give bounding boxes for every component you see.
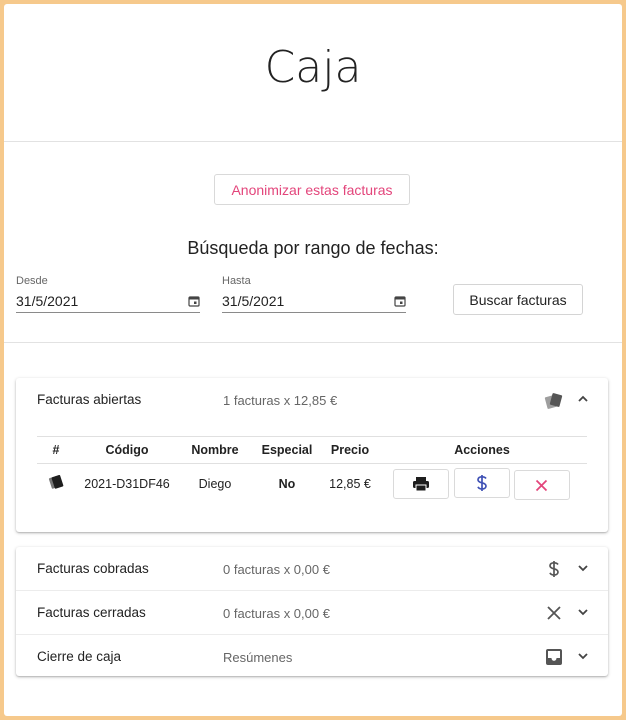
cash-close-header[interactable]: Cierre de caja Resúmenes xyxy=(16,635,608,678)
to-date-label: Hasta xyxy=(222,275,251,287)
close-icon xyxy=(536,479,548,491)
invoice-actions xyxy=(377,464,587,504)
col-header: Nombre xyxy=(179,436,251,464)
calendar-icon[interactable] xyxy=(394,295,406,307)
open-invoices-header[interactable]: Facturas abiertas 1 facturas x 12,85 € xyxy=(16,378,608,421)
invoice-name: Diego xyxy=(198,476,232,491)
date-range-title: Búsqueda por rango de fechas: xyxy=(187,238,439,258)
to-date-value: 31/5/2021 xyxy=(222,293,285,309)
print-button[interactable] xyxy=(393,468,450,499)
close-icon xyxy=(547,606,561,620)
main-card: Caja Anonimizar estas facturas Búsqueda … xyxy=(4,4,622,716)
charge-button[interactable] xyxy=(453,467,510,498)
calendar-icon[interactable] xyxy=(188,295,200,307)
table-row: 2021-D31DF46 Diego No 12,85 € xyxy=(37,464,587,504)
chevron-up-icon[interactable] xyxy=(576,392,590,406)
ticket-icon xyxy=(48,475,64,489)
from-date-field[interactable]: Desde 31/5/2021 xyxy=(16,275,200,313)
to-date-input[interactable]: 31/5/2021 xyxy=(222,290,406,313)
dollar-icon xyxy=(476,474,487,491)
section-summary: 0 facturas x 0,00 € xyxy=(223,562,330,577)
page-title: Caja xyxy=(264,42,362,93)
closed-invoices-header[interactable]: Facturas cerradas 0 facturas x 0,00 € xyxy=(16,591,608,634)
invoice-special: No xyxy=(278,476,296,491)
open-invoices-table: # Código Nombre Especial Precio Acciones xyxy=(37,436,587,504)
section-name: Cierre de caja xyxy=(37,649,122,664)
col-header: # xyxy=(37,436,75,464)
section-name: Facturas cobradas xyxy=(37,561,149,576)
collapsed-sections-panel: Facturas cobradas 0 facturas x 0,00 € Fa… xyxy=(16,547,608,676)
from-date-label: Desde xyxy=(16,275,48,287)
delete-button[interactable] xyxy=(513,470,570,500)
tickets-icon xyxy=(544,393,563,409)
open-invoices-panel: Facturas abiertas 1 facturas x 12,85 € #… xyxy=(16,378,608,532)
chevron-down-icon[interactable] xyxy=(576,649,590,663)
chevron-down-icon[interactable] xyxy=(576,605,590,619)
anonymize-button[interactable]: Anonimizar estas facturas xyxy=(214,174,410,205)
col-header: Acciones xyxy=(377,436,587,464)
to-date-field[interactable]: Hasta 31/5/2021 xyxy=(222,275,406,313)
section-name: Facturas cerradas xyxy=(37,605,146,620)
table-header-row: # Código Nombre Especial Precio Acciones xyxy=(37,436,587,464)
col-header: Especial xyxy=(251,436,323,464)
dollar-icon xyxy=(549,561,559,577)
paid-invoices-header[interactable]: Facturas cobradas 0 facturas x 0,00 € xyxy=(16,547,608,590)
inbox-icon xyxy=(546,649,562,665)
section-summary: 0 facturas x 0,00 € xyxy=(223,606,330,621)
print-icon xyxy=(413,476,430,491)
row-icon-cell xyxy=(37,464,75,504)
section-summary: 1 facturas x 12,85 € xyxy=(223,393,338,408)
divider xyxy=(4,141,622,142)
section-name: Facturas abiertas xyxy=(37,392,142,407)
from-date-value: 31/5/2021 xyxy=(16,293,79,309)
col-header: Precio xyxy=(323,436,377,464)
from-date-input[interactable]: 31/5/2021 xyxy=(16,290,200,313)
invoice-code: 2021-D31DF46 xyxy=(84,476,170,491)
search-invoices-button[interactable]: Buscar facturas xyxy=(453,284,583,315)
divider xyxy=(4,342,622,343)
col-header: Código xyxy=(75,436,179,464)
section-summary: Resúmenes xyxy=(223,650,293,665)
chevron-down-icon[interactable] xyxy=(576,561,590,575)
invoice-price: 12,85 € xyxy=(329,476,371,491)
